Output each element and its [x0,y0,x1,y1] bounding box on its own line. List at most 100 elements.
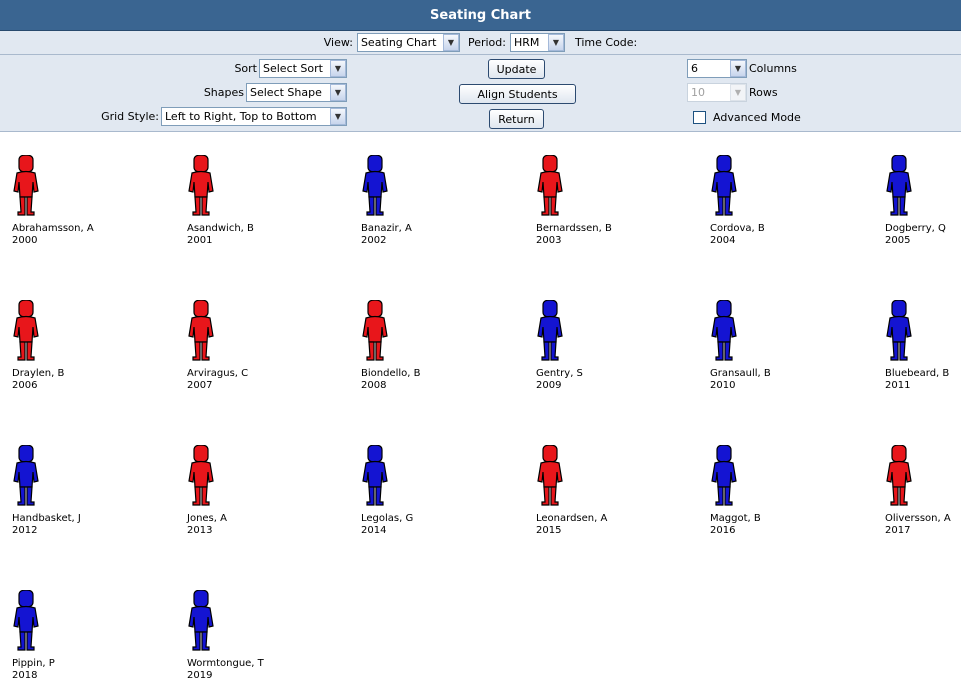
student-name: Maggot, B [710,513,761,524]
student-seat[interactable]: Asandwich, B 2001 [183,155,323,246]
student-name: Dogberry, Q [885,223,946,234]
columns-select[interactable]: 6 ▼ [687,59,747,78]
student-icon[interactable] [885,300,913,364]
student-icon[interactable] [12,155,40,219]
chevron-down-icon[interactable]: ▼ [330,60,346,77]
student-icon[interactable] [361,445,389,509]
student-name: Leonardsen, A [536,513,608,524]
gridstyle-select[interactable]: Left to Right, Top to Bottom ▼ [161,107,347,126]
student-icon[interactable] [187,155,215,219]
student-id: 2002 [361,235,387,246]
student-icon[interactable] [536,445,564,509]
student-id: 2011 [885,380,911,391]
align-students-button[interactable]: Align Students [459,84,576,104]
sort-row: Sort Select Sort ▼ [234,59,347,78]
student-id: 2013 [187,525,213,536]
page-title: Seating Chart [0,0,961,31]
student-seat[interactable]: Jones, A 2013 [183,445,323,536]
chevron-down-icon[interactable]: ▼ [730,60,746,77]
student-icon[interactable] [885,155,913,219]
student-seat[interactable]: Bernardssen, B 2003 [532,155,672,246]
student-name: Arviragus, C [187,368,249,379]
student-seat[interactable]: Bluebeard, B 2011 [881,300,961,391]
student-name: Handbasket, J [12,513,81,524]
student-name: Legolas, G [361,513,414,524]
student-icon[interactable] [536,155,564,219]
student-seat[interactable]: Handbasket, J 2012 [8,445,148,536]
advanced-mode-label: Advanced Mode [713,111,801,124]
student-icon[interactable] [187,590,215,654]
student-icon[interactable] [187,300,215,364]
student-name: Cordova, B [710,223,765,234]
sort-select[interactable]: Select Sort ▼ [259,59,347,78]
student-id: 2005 [885,235,911,246]
student-id: 2001 [187,235,213,246]
student-seat[interactable]: Banazir, A 2002 [357,155,497,246]
shapes-select[interactable]: Select Shape ▼ [246,83,347,102]
advanced-mode-row: Advanced Mode [693,111,801,124]
chevron-down-icon[interactable]: ▼ [547,34,564,51]
student-seat[interactable]: Maggot, B 2016 [706,445,846,536]
page-title-text: Seating Chart [430,7,531,23]
student-icon[interactable] [187,445,215,509]
chevron-down-icon[interactable]: ▼ [330,108,346,125]
student-seat[interactable]: Arviragus, C 2007 [183,300,323,391]
student-id: 2018 [12,670,38,681]
student-id: 2000 [12,235,38,246]
student-seat[interactable]: Abrahamsson, A 2000 [8,155,148,246]
return-button[interactable]: Return [489,109,544,129]
student-id: 2007 [187,380,213,391]
student-name: Draylen, B [12,368,65,379]
student-id: 2019 [187,670,213,681]
student-name: Gentry, S [536,368,583,379]
student-seat[interactable]: Legolas, G 2014 [357,445,497,536]
student-icon[interactable] [710,155,738,219]
student-icon[interactable] [361,300,389,364]
student-icon[interactable] [710,300,738,364]
student-id: 2015 [536,525,562,536]
rows-row: 10 ▼ Rows [687,83,778,102]
student-seat[interactable]: Leonardsen, A 2015 [532,445,672,536]
update-button[interactable]: Update [488,59,545,79]
student-name: Bernardssen, B [536,223,612,234]
student-id: 2017 [885,525,911,536]
columns-row: 6 ▼ Columns [687,59,797,78]
view-toolbar: View: Seating Chart ▼ Period: HRM ▼ Time… [0,31,961,55]
student-icon[interactable] [12,445,40,509]
shapes-label: Shapes [203,86,244,99]
student-seat[interactable]: Dogberry, Q 2005 [881,155,961,246]
student-seat[interactable]: Pippin, P 2018 [8,590,148,681]
gridstyle-row: Grid Style: Left to Right, Top to Bottom… [101,107,347,126]
student-icon[interactable] [12,300,40,364]
student-id: 2016 [710,525,736,536]
student-icon[interactable] [710,445,738,509]
student-seat[interactable]: Wormtongue, T 2019 [183,590,323,681]
student-name: Banazir, A [361,223,412,234]
view-select-value: Seating Chart [360,36,437,49]
advanced-mode-checkbox[interactable] [693,111,706,124]
student-icon[interactable] [536,300,564,364]
shapes-row: Shapes Select Shape ▼ [204,83,347,102]
student-seat[interactable]: Gentry, S 2009 [532,300,672,391]
chevron-down-icon[interactable]: ▼ [442,34,459,51]
period-select-value: HRM [513,36,540,49]
student-seat[interactable]: Draylen, B 2006 [8,300,148,391]
rows-select[interactable]: 10 ▼ [687,83,747,102]
student-seat[interactable]: Oliversson, A 2017 [881,445,961,536]
student-id: 2003 [536,235,562,246]
columns-label: Columns [749,62,797,75]
student-seat[interactable]: Biondello, B 2008 [357,300,497,391]
student-name: Pippin, P [12,658,55,669]
view-select[interactable]: Seating Chart ▼ [356,33,460,52]
period-select[interactable]: HRM ▼ [509,33,565,52]
student-seat[interactable]: Cordova, B 2004 [706,155,846,246]
sort-select-value: Select Sort [263,62,323,75]
student-icon[interactable] [12,590,40,654]
student-id: 2006 [12,380,38,391]
chevron-down-icon[interactable]: ▼ [330,84,346,101]
student-icon[interactable] [885,445,913,509]
student-icon[interactable] [361,155,389,219]
view-label: View: [323,36,353,49]
student-seat[interactable]: Gransaull, B 2010 [706,300,846,391]
rows-select-value: 10 [691,86,705,99]
